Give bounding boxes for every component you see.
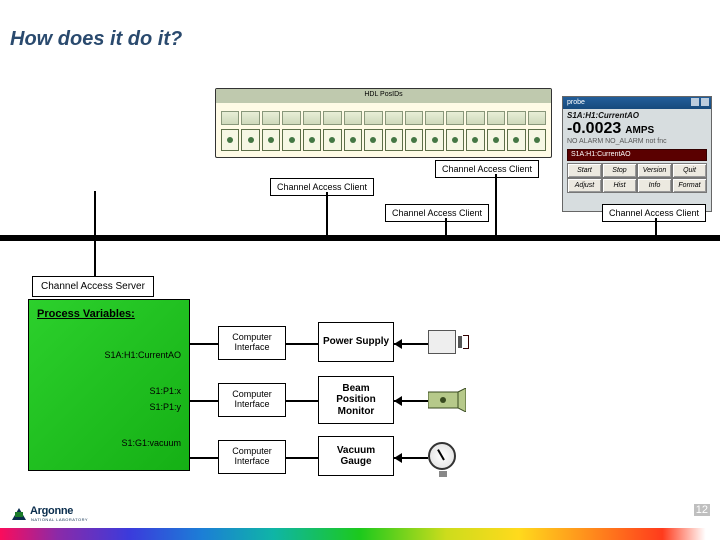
argonne-logo-icon <box>12 508 26 520</box>
pv-item: S1:G1:vacuum <box>121 438 181 448</box>
slide-title: How does it do it? <box>10 28 182 51</box>
probe-start-button[interactable]: Start <box>567 163 602 178</box>
connector <box>190 400 218 402</box>
connector <box>190 457 218 459</box>
probe-hist-button[interactable]: Hist <box>602 178 637 193</box>
connector <box>445 218 447 235</box>
probe-titlebar: probe <box>563 97 711 109</box>
argonne-logo: Argonne NATIONAL LABORATORY <box>12 505 88 522</box>
process-variables-box: Process Variables: S1A:H1:CurrentAO S1:P… <box>28 299 190 471</box>
server-connector <box>94 191 96 285</box>
server-label: Channel Access Server <box>32 276 154 297</box>
client-label-1: Channel Access Client <box>435 160 539 178</box>
probe-pv-select[interactable]: S1A:H1:CurrentAO <box>567 149 707 161</box>
connector <box>286 343 318 345</box>
probe-buttons: Start Stop Version Quit Adjust Hist Info… <box>567 163 707 193</box>
pv-item: S1:P1:x <box>149 386 181 396</box>
footer-spectrum <box>0 528 720 540</box>
probe-version-button[interactable]: Version <box>637 163 672 178</box>
device-power-supply: Power Supply <box>318 322 394 362</box>
medm-strip <box>221 111 546 125</box>
network-bus <box>0 235 720 241</box>
connector <box>655 218 657 235</box>
arrowhead-icon <box>394 396 402 406</box>
device-vacuum-gauge: Vacuum Gauge <box>318 436 394 476</box>
probe-stop-button[interactable]: Stop <box>602 163 637 178</box>
computer-interface-2: Computer Interface <box>218 383 286 417</box>
gauge-icon <box>428 442 456 470</box>
device-bpm: Beam Position Monitor <box>318 376 394 424</box>
probe-alarm: NO ALARM NO_ALARM not fnc <box>563 138 711 147</box>
pv-title: Process Variables: <box>29 300 189 324</box>
connector <box>326 192 328 235</box>
probe-adjust-button[interactable]: Adjust <box>567 178 602 193</box>
medm-title: HDL PosIDs <box>364 91 402 98</box>
arrowhead-icon <box>394 453 402 463</box>
computer-interface-3: Computer Interface <box>218 440 286 474</box>
pv-item: S1:P1:y <box>149 402 181 412</box>
probe-quit-button[interactable]: Quit <box>672 163 707 178</box>
window-controls <box>691 98 709 106</box>
connector <box>190 343 218 345</box>
bpm-icon <box>428 388 466 412</box>
arrowhead-icon <box>394 339 402 349</box>
probe-pv-name: S1A:H1:CurrentAO <box>563 109 711 120</box>
power-supply-icon <box>428 330 456 354</box>
connector <box>286 457 318 459</box>
probe-info-button[interactable]: Info <box>637 178 672 193</box>
connector <box>286 400 318 402</box>
probe-window: probe S1A:H1:CurrentAO -0.0023AMPS NO AL… <box>562 96 712 212</box>
client-apps-area: HDL PosIDs probe S1A:H1:CurrentAO -0.002… <box>0 88 720 218</box>
probe-format-button[interactable]: Format <box>672 178 707 193</box>
client-label-2: Channel Access Client <box>270 178 374 196</box>
footer: Argonne NATIONAL LABORATORY <box>0 506 720 540</box>
medm-row2 <box>221 129 546 151</box>
probe-value: -0.0023AMPS <box>563 120 711 138</box>
computer-interface-1: Computer Interface <box>218 326 286 360</box>
medm-window: HDL PosIDs <box>215 88 552 158</box>
connector <box>495 174 497 236</box>
pv-item: S1A:H1:CurrentAO <box>104 350 181 360</box>
client-label-3: Channel Access Client <box>385 204 489 222</box>
